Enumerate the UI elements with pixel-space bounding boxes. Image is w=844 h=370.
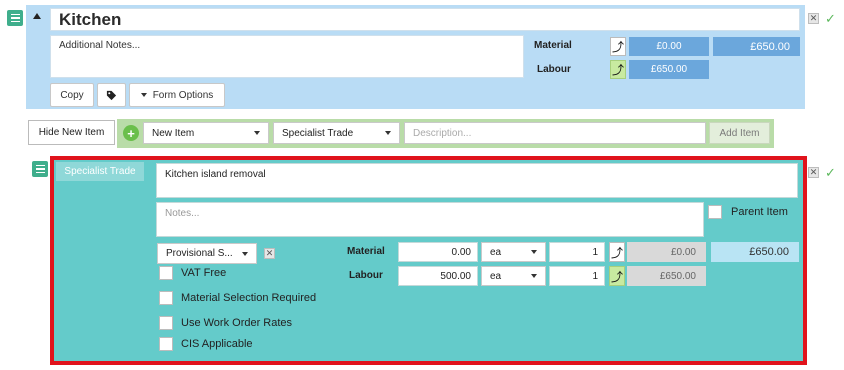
add-item-button[interactable]: Add Item [709, 122, 770, 144]
section-material-value: £0.00 [629, 37, 709, 56]
labour-unit-select[interactable]: ea [481, 266, 546, 286]
item-type-value: New Item [152, 127, 195, 139]
close-icon[interactable]: ✕ [808, 13, 819, 24]
labour-unit-value: ea [490, 270, 502, 282]
material-price-input[interactable]: 0.00 [398, 242, 478, 262]
labour-qty-input[interactable]: 1 [549, 266, 605, 286]
additional-notes-input[interactable]: Additional Notes... [50, 35, 524, 78]
material-markup-up-icon[interactable]: ⤴ [610, 37, 626, 56]
item-grand-total: £650.00 [711, 242, 799, 262]
section-title[interactable]: Kitchen [50, 8, 800, 31]
parent-item-checkbox[interactable] [708, 205, 722, 219]
trade-select[interactable]: Specialist Trade [273, 122, 400, 144]
trade-tag: Specialist Trade [56, 162, 144, 181]
form-options-button[interactable]: Form Options [129, 83, 225, 107]
vat-free-label: VAT Free [181, 267, 227, 279]
sum-type-value: Provisional S... [166, 248, 233, 259]
item-drag-handle[interactable] [32, 161, 48, 177]
cis-applicable-checkbox[interactable] [159, 337, 173, 351]
labour-line-total: £650.00 [627, 266, 706, 286]
item-material-label: Material [347, 246, 385, 257]
parent-item-label: Parent Item [731, 206, 788, 218]
item-labour-label: Labour [349, 270, 383, 281]
work-order-rates-checkbox[interactable] [159, 316, 173, 330]
material-qty-input[interactable]: 1 [549, 242, 605, 262]
clear-sum-icon[interactable]: ✕ [264, 248, 275, 259]
trade-value: Specialist Trade [282, 127, 354, 139]
section-labour-value: £650.00 [629, 60, 709, 79]
collapse-icon[interactable] [33, 13, 41, 19]
vat-free-checkbox[interactable] [159, 266, 173, 280]
material-line-total: £0.00 [627, 242, 706, 262]
form-options-label: Form Options [152, 89, 214, 101]
tag-button[interactable] [97, 83, 126, 107]
copy-button[interactable]: Copy [50, 83, 94, 107]
chevron-down-icon [242, 251, 248, 256]
description-input[interactable]: Description... [404, 122, 706, 144]
close-icon[interactable]: ✕ [808, 167, 819, 178]
chevron-down-icon [531, 274, 537, 278]
section-labour-label: Labour [537, 64, 571, 75]
chevron-down-icon [254, 131, 260, 135]
item-description-input[interactable]: Kitchen island removal [156, 163, 798, 198]
sum-type-select[interactable]: Provisional S... [157, 243, 257, 264]
check-icon[interactable]: ✓ [825, 11, 836, 27]
material-markup-up-icon[interactable]: ⤴ [609, 242, 625, 262]
check-icon[interactable]: ✓ [825, 165, 836, 181]
section-material-label: Material [534, 40, 572, 51]
section-drag-handle[interactable] [7, 10, 23, 26]
chevron-down-icon [531, 250, 537, 254]
labour-markup-up-icon[interactable]: ⤴ [610, 60, 626, 79]
material-unit-value: ea [490, 246, 502, 258]
tag-icon [106, 90, 117, 100]
hide-new-item-button[interactable]: Hide New Item [28, 120, 115, 145]
item-notes-input[interactable]: Notes... [156, 202, 704, 237]
material-selection-checkbox[interactable] [159, 291, 173, 305]
material-selection-label: Material Selection Required [181, 292, 317, 304]
chevron-down-icon [385, 131, 391, 135]
labour-price-input[interactable]: 500.00 [398, 266, 478, 286]
plus-circle-icon[interactable]: + [123, 125, 139, 141]
section-total: £650.00 [713, 37, 800, 56]
material-unit-select[interactable]: ea [481, 242, 546, 262]
work-order-rates-label: Use Work Order Rates [181, 317, 293, 329]
labour-markup-up-icon[interactable]: ⤴ [609, 266, 625, 286]
cis-applicable-label: CIS Applicable [181, 338, 253, 350]
chevron-down-icon [140, 93, 147, 97]
item-type-select[interactable]: New Item [143, 122, 269, 144]
